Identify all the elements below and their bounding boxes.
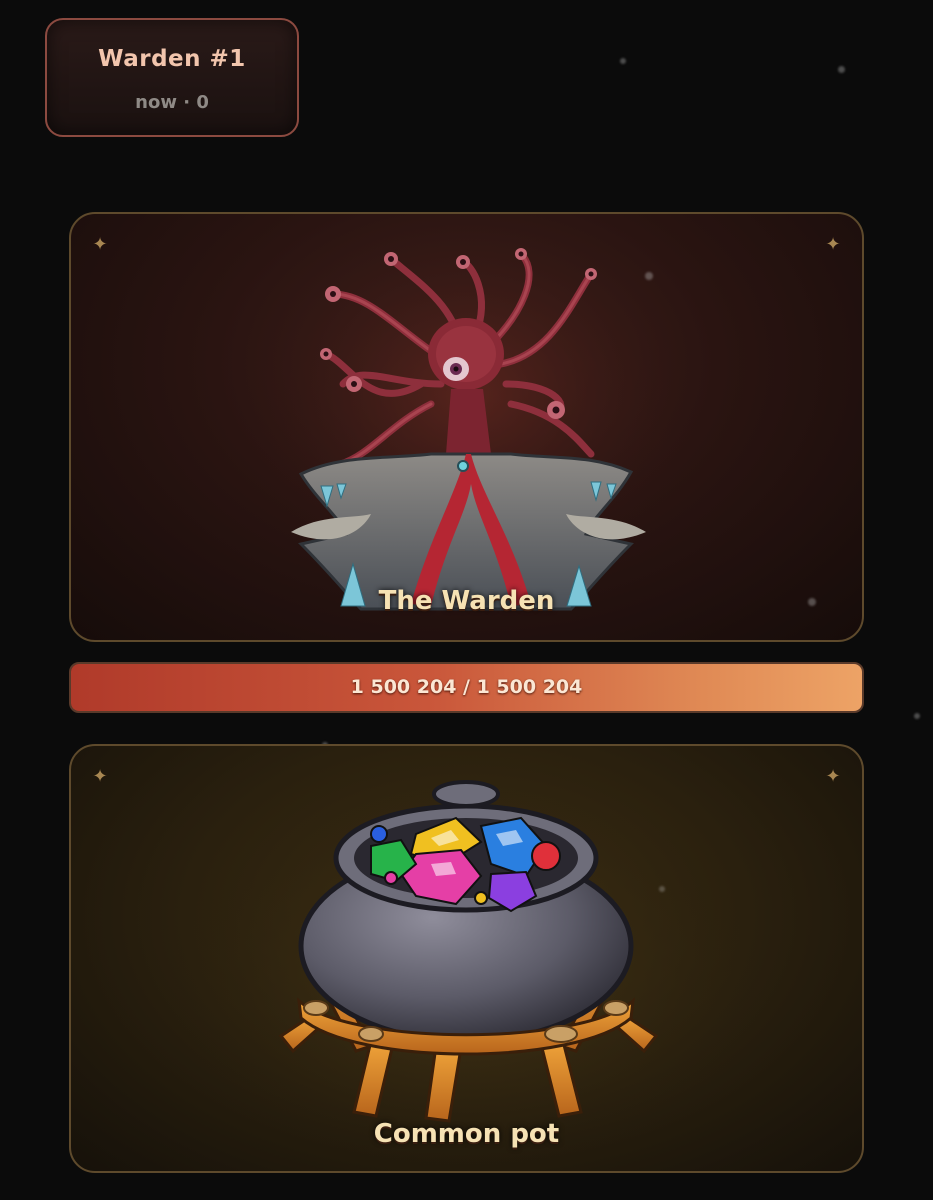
raid-subtitle: now · 0 [135,92,209,113]
dust-particle [914,713,920,719]
health-bar-text: 1 500 204 / 1 500 204 [350,676,583,698]
dust-particle [620,58,626,64]
warden-portrait [229,224,709,611]
boss-health-bar: 1 500 204 / 1 500 204 [69,662,864,713]
reward-panel[interactable]: ✦ ✦ Common pot [69,744,864,1173]
dust-particle [838,66,845,73]
raid-screen: Warden #1 now · 0 ✦ ✦ The Warden 1 500 2… [0,0,933,1200]
raid-header-card[interactable]: Warden #1 now · 0 [45,18,299,137]
raid-title: Warden #1 [98,46,246,72]
cauldron-illustration [166,780,766,1166]
reward-name: Common pot [373,1119,560,1149]
boss-name: The Warden [378,586,555,616]
boss-panel[interactable]: ✦ ✦ The Warden [69,212,864,642]
